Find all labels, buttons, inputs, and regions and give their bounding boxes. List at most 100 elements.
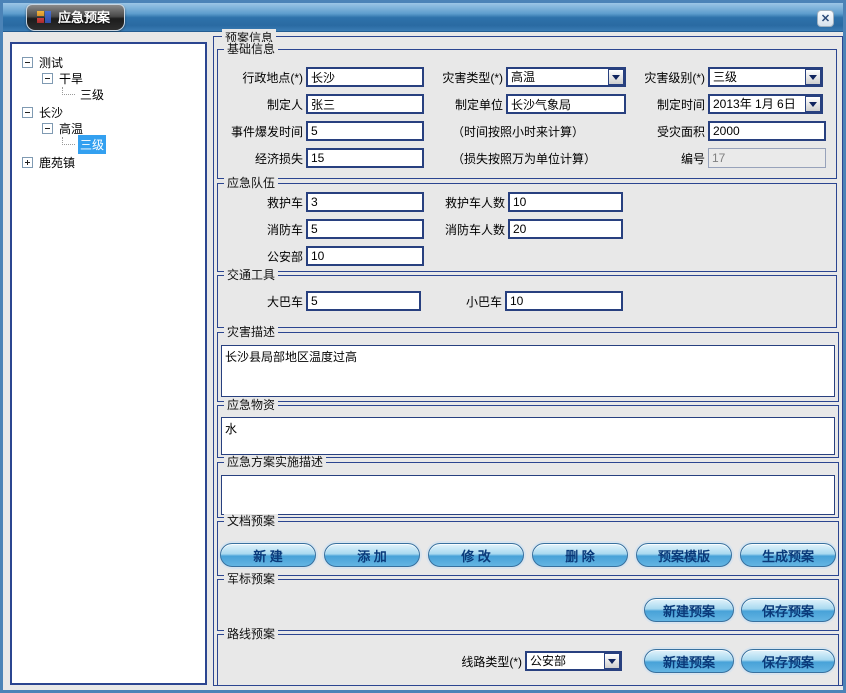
generate-plan-button[interactable]: 生成预案 bbox=[740, 543, 836, 567]
implementation-group-title: 应急方案实施描述 bbox=[224, 455, 326, 469]
disaster-type-value: 高温 bbox=[508, 69, 624, 85]
tree-item-ceshi[interactable]: 测试 bbox=[16, 54, 201, 70]
emergency-team-group-title: 应急队伍 bbox=[224, 176, 278, 190]
outbreak-time-hint: （时间按照小时来计算） bbox=[452, 123, 642, 140]
ambulance-label: 救护车 bbox=[221, 194, 303, 211]
economic-loss-hint: （损失按照万为单位计算） bbox=[452, 150, 642, 167]
tree-expander-minus-icon[interactable] bbox=[42, 123, 53, 134]
tree-item-sanji-1[interactable]: 三级 bbox=[16, 86, 201, 102]
military-save-plan-button[interactable]: 保存预案 bbox=[741, 598, 835, 622]
small-bus-input[interactable] bbox=[505, 291, 623, 311]
economic-loss-label: 经济损失 bbox=[221, 150, 303, 167]
big-bus-label: 大巴车 bbox=[221, 293, 303, 310]
basic-info-group-title: 基础信息 bbox=[224, 42, 278, 56]
dropdown-arrow-icon[interactable] bbox=[608, 69, 624, 85]
app-window: 应急预案 ✕ 测试 干旱 三级 长沙 bbox=[0, 0, 846, 693]
disaster-level-label: 灾害级别(*) bbox=[626, 69, 705, 86]
admin-location-label: 行政地点(*) bbox=[221, 69, 303, 86]
tree-expander-plus-icon[interactable] bbox=[22, 157, 33, 168]
tree-item-changsha[interactable]: 长沙 bbox=[16, 104, 201, 120]
tree-connector-line bbox=[62, 137, 75, 145]
police-input[interactable] bbox=[306, 246, 424, 266]
implementation-group: 应急方案实施描述 bbox=[217, 462, 839, 518]
dropdown-arrow-icon[interactable] bbox=[805, 69, 821, 85]
tree-item-sanji-2-selected[interactable]: 三级 bbox=[16, 136, 201, 152]
tree-expander-minus-icon[interactable] bbox=[22, 57, 33, 68]
disaster-level-select[interactable]: 三级 bbox=[708, 67, 823, 87]
window-title: 应急预案 bbox=[58, 7, 110, 26]
window-tab[interactable]: 应急预案 bbox=[26, 4, 125, 31]
route-type-select[interactable]: 公安部 bbox=[525, 651, 622, 671]
ambulance-staff-input[interactable] bbox=[508, 192, 623, 212]
outbreak-time-label: 事件爆发时间 bbox=[221, 123, 303, 140]
serial-number-input bbox=[708, 148, 826, 168]
economic-loss-input[interactable] bbox=[306, 148, 424, 168]
route-plan-group: 路线预案 线路类型(*) 公安部 新建预案 保存预案 bbox=[217, 634, 839, 686]
admin-location-input[interactable] bbox=[306, 67, 424, 87]
disaster-desc-group-title: 灾害描述 bbox=[224, 325, 278, 339]
creator-input[interactable] bbox=[306, 94, 424, 114]
disaster-type-select[interactable]: 高温 bbox=[506, 67, 626, 87]
route-plan-group-title: 路线预案 bbox=[224, 627, 278, 641]
create-unit-label: 制定单位 bbox=[424, 96, 503, 113]
affected-area-label: 受灾面积 bbox=[642, 123, 705, 140]
small-bus-label: 小巴车 bbox=[421, 293, 502, 310]
close-button[interactable]: ✕ bbox=[817, 10, 834, 27]
military-plan-group-title: 军标预案 bbox=[224, 572, 278, 586]
disaster-type-label: 灾害类型(*) bbox=[424, 69, 503, 86]
tree-expander-minus-icon[interactable] bbox=[42, 73, 53, 84]
add-button[interactable]: 添 加 bbox=[324, 543, 420, 567]
creator-label: 制定人 bbox=[221, 96, 303, 113]
tree-item-label: 鹿苑镇 bbox=[37, 153, 77, 172]
disaster-desc-group: 灾害描述 长沙县局部地区温度过高 bbox=[217, 332, 839, 402]
supplies-textarea[interactable]: 水 bbox=[221, 417, 835, 455]
create-unit-input[interactable] bbox=[506, 94, 626, 114]
close-icon: ✕ bbox=[821, 12, 830, 25]
police-label: 公安部 bbox=[221, 248, 303, 265]
plan-template-button[interactable]: 预案模版 bbox=[636, 543, 732, 567]
basic-info-group: 基础信息 行政地点(*) 灾害类型(*) 高温 灾害级别(*) 三级 bbox=[217, 49, 837, 179]
plan-info-group: 预案信息 基础信息 行政地点(*) 灾害类型(*) 高温 灾害级别(*) 三级 bbox=[213, 36, 843, 686]
modify-button[interactable]: 修 改 bbox=[428, 543, 524, 567]
fire-truck-staff-input[interactable] bbox=[508, 219, 623, 239]
military-new-plan-button[interactable]: 新建预案 bbox=[644, 598, 734, 622]
tree-item-luyuanzhen[interactable]: 鹿苑镇 bbox=[16, 154, 201, 170]
transport-group: 交通工具 大巴车 小巴车 bbox=[217, 275, 837, 328]
doc-plan-group-title: 文档预案 bbox=[224, 514, 278, 528]
new-button[interactable]: 新 建 bbox=[220, 543, 316, 567]
tree-expander-minus-icon[interactable] bbox=[22, 107, 33, 118]
outbreak-time-input[interactable] bbox=[306, 121, 424, 141]
tree-item-gaowen[interactable]: 高温 bbox=[16, 120, 201, 136]
create-time-datepicker[interactable]: 2013年 1月 6日 bbox=[708, 94, 823, 114]
doc-plan-group: 文档预案 新 建 添 加 修 改 删 除 预案模版 生成预案 bbox=[217, 521, 839, 576]
tree-item-label: 三级 bbox=[78, 85, 106, 104]
transport-group-title: 交通工具 bbox=[224, 268, 278, 282]
route-type-label: 线路类型(*) bbox=[440, 653, 522, 670]
disaster-desc-textarea[interactable]: 长沙县局部地区温度过高 bbox=[221, 345, 835, 397]
ambulance-staff-label: 救护车人数 bbox=[424, 194, 505, 211]
content-area: 测试 干旱 三级 长沙 高温 三级 bbox=[3, 32, 843, 690]
ambulance-input[interactable] bbox=[306, 192, 424, 212]
big-bus-input[interactable] bbox=[306, 291, 421, 311]
route-save-plan-button[interactable]: 保存预案 bbox=[741, 649, 835, 673]
tree-item-ganhan[interactable]: 干旱 bbox=[16, 70, 201, 86]
tree-item-label-selected: 三级 bbox=[78, 135, 106, 154]
route-new-plan-button[interactable]: 新建预案 bbox=[644, 649, 734, 673]
fire-truck-label: 消防车 bbox=[221, 221, 303, 238]
supplies-group: 应急物资 水 bbox=[217, 405, 839, 458]
implementation-textarea[interactable] bbox=[221, 475, 835, 515]
titlebar: 应急预案 ✕ bbox=[3, 3, 843, 32]
fire-truck-staff-label: 消防车人数 bbox=[424, 221, 505, 238]
emergency-team-group: 应急队伍 救护车 救护车人数 消防车 消防车人数 公安部 bbox=[217, 183, 837, 272]
plan-tree-panel: 测试 干旱 三级 长沙 高温 三级 bbox=[10, 42, 207, 685]
serial-number-label: 编号 bbox=[642, 150, 705, 167]
delete-button[interactable]: 删 除 bbox=[532, 543, 628, 567]
fire-truck-input[interactable] bbox=[306, 219, 424, 239]
dropdown-arrow-icon[interactable] bbox=[604, 653, 620, 669]
create-time-label: 制定时间 bbox=[626, 96, 705, 113]
military-plan-group: 军标预案 新建预案 保存预案 bbox=[217, 579, 839, 631]
app-icon bbox=[37, 10, 52, 24]
affected-area-input[interactable] bbox=[708, 121, 826, 141]
dropdown-arrow-icon[interactable] bbox=[805, 96, 821, 112]
supplies-group-title: 应急物资 bbox=[224, 398, 278, 412]
